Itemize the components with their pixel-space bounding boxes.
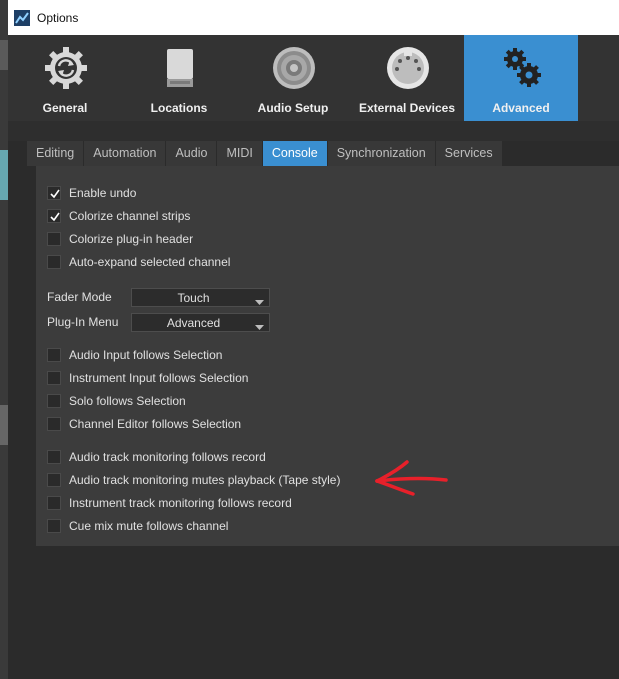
cue-mix-mute-follows-channel-option[interactable]: Cue mix mute follows channel xyxy=(47,517,228,535)
tab-services[interactable]: Services xyxy=(435,141,502,166)
app-icon xyxy=(14,9,30,26)
tab-midi[interactable]: MIDI xyxy=(217,141,262,166)
audio-monitoring-mutes-playback-option[interactable]: Audio track monitoring mutes playback (T… xyxy=(47,471,340,489)
drive-icon xyxy=(157,45,203,91)
gear-refresh-icon xyxy=(43,45,89,91)
audio-monitoring-mutes-playback-checkbox[interactable] xyxy=(47,473,61,487)
window-title: Options xyxy=(37,10,79,25)
audio-monitoring-mutes-playback-label: Audio track monitoring mutes playback (T… xyxy=(69,473,341,487)
checkmark-icon xyxy=(50,212,60,222)
instrument-monitoring-follows-record-label: Instrument track monitoring follows reco… xyxy=(69,496,292,510)
tab-editing[interactable]: Editing xyxy=(27,141,84,166)
midi-port-icon xyxy=(385,45,431,91)
audio-monitoring-follows-record-option[interactable]: Audio track monitoring follows record xyxy=(47,448,266,466)
category-label: Audio Setup xyxy=(257,101,329,115)
colorize-plugin-header-checkbox[interactable] xyxy=(47,232,61,246)
background-segment xyxy=(0,405,8,445)
plugin-menu-select[interactable]: Advanced xyxy=(131,312,270,334)
auto-expand-channel-label: Auto-expand selected channel xyxy=(69,255,231,269)
enable-undo-checkbox[interactable] xyxy=(47,186,61,200)
fader-mode-value: Touch xyxy=(177,290,210,305)
colorize-channel-strips-checkbox[interactable] xyxy=(47,209,61,223)
console-settings-panel: Enable undo Colorize channel strips Colo… xyxy=(36,166,619,546)
colorize-plugin-header-option[interactable]: Colorize plug-in header xyxy=(47,230,193,248)
instrument-input-follows-selection-checkbox[interactable] xyxy=(47,371,61,385)
red-arrow-annotation-icon xyxy=(375,460,448,496)
fader-mode-select[interactable]: Touch xyxy=(131,287,270,309)
instrument-input-follows-selection-option[interactable]: Instrument Input follows Selection xyxy=(47,369,248,387)
chevron-down-icon xyxy=(255,320,264,334)
cue-mix-mute-follows-channel-label: Cue mix mute follows channel xyxy=(69,519,229,533)
solo-follows-selection-label: Solo follows Selection xyxy=(69,394,186,408)
category-locations[interactable]: Locations xyxy=(122,35,236,121)
channel-editor-follows-selection-checkbox[interactable] xyxy=(47,417,61,431)
gears-icon xyxy=(499,45,545,91)
audio-input-follows-selection-checkbox[interactable] xyxy=(47,348,61,362)
background-app-strip xyxy=(0,0,8,679)
tab-synchronization[interactable]: Synchronization xyxy=(327,141,435,166)
category-advanced[interactable]: Advanced xyxy=(464,35,578,121)
category-bar: General Locations Audio Setup External D… xyxy=(8,35,619,121)
background-segment xyxy=(0,150,8,200)
category-audio-setup[interactable]: Audio Setup xyxy=(236,35,350,121)
solo-follows-selection-checkbox[interactable] xyxy=(47,394,61,408)
plugin-menu-value: Advanced xyxy=(166,315,221,330)
tab-console[interactable]: Console xyxy=(262,141,327,166)
channel-editor-follows-selection-label: Channel Editor follows Selection xyxy=(69,417,242,431)
tab-automation[interactable]: Automation xyxy=(84,141,166,166)
enable-undo-option[interactable]: Enable undo xyxy=(47,184,136,202)
auto-expand-channel-option[interactable]: Auto-expand selected channel xyxy=(47,253,230,271)
solo-follows-selection-option[interactable]: Solo follows Selection xyxy=(47,392,186,410)
instrument-monitoring-follows-record-option[interactable]: Instrument track monitoring follows reco… xyxy=(47,494,292,512)
audio-input-follows-selection-label: Audio Input follows Selection xyxy=(69,348,223,362)
audio-monitoring-follows-record-checkbox[interactable] xyxy=(47,450,61,464)
auto-expand-channel-checkbox[interactable] xyxy=(47,255,61,269)
options-window: Options General Locations Audio Setup Ex… xyxy=(8,0,619,679)
category-general[interactable]: General xyxy=(8,35,122,121)
audio-input-follows-selection-option[interactable]: Audio Input follows Selection xyxy=(47,346,222,364)
instrument-monitoring-follows-record-checkbox[interactable] xyxy=(47,496,61,510)
colorize-channel-strips-option[interactable]: Colorize channel strips xyxy=(47,207,190,225)
title-bar: Options xyxy=(8,0,619,36)
plugin-menu-row: Plug-In Menu Advanced xyxy=(47,312,270,332)
instrument-input-follows-selection-label: Instrument Input follows Selection xyxy=(69,371,249,385)
plugin-menu-label: Plug-In Menu xyxy=(47,315,119,329)
toolbar-strip xyxy=(8,121,619,141)
category-label: Locations xyxy=(150,101,208,115)
content-area: Editing Automation Audio MIDI Console Sy… xyxy=(8,121,619,679)
checkmark-icon xyxy=(50,189,60,199)
audio-monitoring-follows-record-label: Audio track monitoring follows record xyxy=(69,450,266,464)
cue-mix-mute-follows-channel-checkbox[interactable] xyxy=(47,519,61,533)
enable-undo-label: Enable undo xyxy=(69,186,137,200)
category-label: Advanced xyxy=(492,101,550,115)
subtab-bar: Editing Automation Audio MIDI Console Sy… xyxy=(27,141,503,166)
category-external-devices[interactable]: External Devices xyxy=(350,35,464,121)
colorize-plugin-header-label: Colorize plug-in header xyxy=(69,232,194,246)
tab-audio[interactable]: Audio xyxy=(166,141,217,166)
chevron-down-icon xyxy=(255,295,264,309)
category-label: External Devices xyxy=(358,101,456,115)
fader-mode-row: Fader Mode Touch xyxy=(47,287,270,307)
colorize-channel-strips-label: Colorize channel strips xyxy=(69,209,191,223)
category-label: General xyxy=(42,101,88,115)
speaker-icon xyxy=(271,45,317,91)
channel-editor-follows-selection-option[interactable]: Channel Editor follows Selection xyxy=(47,415,241,433)
fader-mode-label: Fader Mode xyxy=(47,290,112,304)
background-segment xyxy=(0,40,8,70)
